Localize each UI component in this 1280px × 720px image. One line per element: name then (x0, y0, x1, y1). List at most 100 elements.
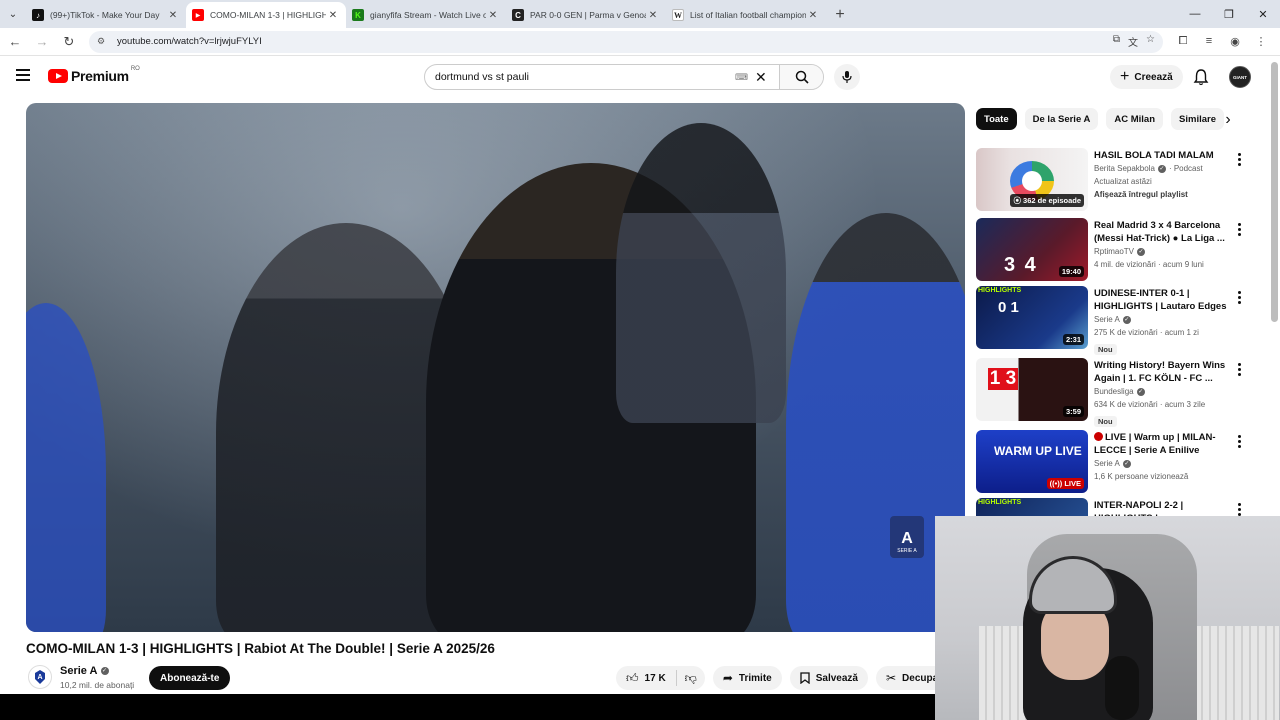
video-thumbnail[interactable]: 3 4 19:40 (976, 218, 1088, 281)
like-count: 17 K (644, 672, 666, 684)
back-arrow-icon[interactable]: ← (3, 30, 27, 54)
restore-icon[interactable]: ❐ (1212, 0, 1246, 28)
serie-a-logo-icon: A (35, 670, 45, 684)
site-info-icon[interactable]: ⚙ (97, 36, 111, 47)
view-full-playlist-link[interactable]: Afișează întregul playlist (1094, 188, 1234, 201)
more-actions-icon[interactable] (1235, 223, 1243, 236)
menu-kebab-icon[interactable]: ⋮ (1251, 35, 1271, 48)
browser-tabstrip: ⌄ ♪ (99+)TikTok - Make Your Day ✕ ▶ COMO… (0, 0, 1280, 28)
recommendation-stats: 4 mil. de vizionări · acum 9 luni (1094, 260, 1204, 269)
search-box: dortmund vs st pauli ⌨ ✕ (424, 64, 824, 90)
recommendation-stats: 275 K de vizionări · acum 1 zi (1094, 328, 1199, 337)
address-bar[interactable]: ⚙ youtube.com/watch?v=lrjwjuFYLYI ⧉ 文 ☆ (89, 30, 1163, 53)
browser-tab-tiktok[interactable]: ♪ (99+)TikTok - Make Your Day ✕ (26, 2, 186, 28)
dislike-button[interactable]: 👎︎ (677, 671, 705, 686)
more-actions-icon[interactable] (1235, 291, 1243, 304)
tab-title: COMO-MILAN 1-3 | HIGHLIGHTS (210, 10, 326, 20)
webcam-overlay (935, 516, 1280, 720)
extensions-icon[interactable]: ⧠ (1173, 35, 1193, 48)
youtube-premium-logo[interactable]: Premium RO (48, 66, 140, 84)
thumbnail-text: WARM UP LIVE (994, 444, 1082, 458)
translate-icon[interactable]: 文 (1128, 34, 1138, 49)
close-icon[interactable]: ✕ (486, 10, 500, 21)
recommendation-item[interactable]: 3 4 19:40 Real Madrid 3 x 4 Barcelona (M… (976, 218, 1266, 282)
webcam-microphone (1105, 656, 1139, 720)
channel-avatar[interactable]: A (28, 665, 52, 689)
video-thumbnail[interactable]: ⦿ 362 de episoade (976, 148, 1088, 211)
chip-ac-milan[interactable]: AC Milan (1106, 108, 1164, 130)
video-actions: 👍︎ 17 K 👎︎ ➦ Trimite Salvează ✂ Decupaj (616, 666, 951, 690)
save-button[interactable]: Salvează (789, 666, 868, 690)
url-text: youtube.com/watch?v=lrjwjuFYLYI (117, 36, 262, 47)
channel-name-text: Serie A (60, 665, 98, 677)
more-actions-icon[interactable] (1235, 435, 1243, 448)
recommendation-item[interactable]: ⦿ 362 de episoade HASIL BOLA TADI MALAM … (976, 148, 1266, 212)
recommendation-meta: Real Madrid 3 x 4 Barcelona (Messi Hat-T… (1094, 219, 1234, 271)
chevron-right-icon[interactable]: › (1220, 111, 1236, 129)
bookmark-star-icon[interactable]: ☆ (1146, 34, 1155, 49)
close-icon[interactable]: ✕ (646, 10, 660, 21)
video-thumbnail[interactable]: HIGHLIGHTS 0 1 2:31 (976, 286, 1088, 349)
voice-search-button[interactable] (834, 64, 860, 90)
close-window-icon[interactable]: ✕ (1246, 0, 1280, 28)
search-icon (795, 70, 809, 84)
more-actions-icon[interactable] (1235, 153, 1243, 166)
hamburger-menu-icon[interactable] (16, 69, 30, 81)
recommendation-item[interactable]: WARM UP LIVE ((•)) LIVE LIVE | Warm up |… (976, 430, 1266, 494)
duration-badge: 19:40 (1058, 266, 1084, 277)
browser-tab-kick[interactable]: K gianyfifa Stream - Watch Live on ✕ (346, 2, 506, 28)
forward-arrow-icon[interactable]: → (30, 30, 54, 54)
chip-similar[interactable]: Similare (1171, 108, 1224, 130)
reload-icon[interactable]: ↻ (57, 30, 81, 54)
subscribe-button[interactable]: Abonează-te (149, 666, 231, 690)
related-filter-chips: Toate De la Serie A AC Milan Similare (976, 108, 1224, 130)
taskbar-strip (0, 694, 935, 720)
create-button[interactable]: + Creează (1110, 65, 1183, 89)
browser-tab-parma-genoa[interactable]: C PAR 0-0 GEN | Parma v Genoa ✕ (506, 2, 666, 28)
episode-count-badge: ⦿ 362 de episoade (1010, 194, 1084, 207)
minimize-icon[interactable]: — (1178, 0, 1212, 28)
chip-from-serie-a[interactable]: De la Serie A (1024, 108, 1099, 130)
chip-all[interactable]: Toate (976, 108, 1017, 130)
more-actions-icon[interactable] (1235, 503, 1243, 516)
tab-search-icon[interactable]: ⌄ (0, 0, 26, 28)
share-button[interactable]: ➦ Trimite (712, 666, 782, 690)
verified-check-icon: ✓ (1137, 247, 1146, 256)
install-app-icon[interactable]: ⧉ (1113, 34, 1120, 49)
new-tab-button[interactable]: + (826, 2, 854, 28)
close-icon[interactable]: ✕ (166, 10, 180, 21)
video-player[interactable]: A SERIE A (26, 103, 965, 632)
channel-name[interactable]: Serie A ✓ (60, 665, 109, 677)
recommendation-meta: LIVE | Warm up | MILAN-LECCE | Serie A E… (1094, 431, 1234, 483)
thumbs-up-icon: 👍︎ (626, 670, 639, 685)
profile-icon[interactable]: ◉ (1225, 35, 1245, 48)
search-input[interactable]: dortmund vs st pauli ⌨ ✕ (425, 65, 779, 89)
recommendation-title: Real Madrid 3 x 4 Barcelona (Messi Hat-T… (1094, 220, 1225, 244)
duration-badge: 2:31 (1062, 334, 1084, 345)
browser-tab-youtube[interactable]: ▶ COMO-MILAN 1-3 | HIGHLIGHTS ✕ (186, 2, 346, 28)
page-scrollbar-thumb[interactable] (1271, 62, 1278, 322)
close-icon[interactable]: ✕ (326, 10, 340, 21)
live-dot-icon (1094, 432, 1103, 441)
browser-tab-wikipedia[interactable]: W List of Italian football champion ✕ (666, 2, 826, 28)
recommendation-title: HASIL BOLA TADI MALAM (1094, 150, 1214, 161)
logo-text: Premium (71, 68, 129, 84)
account-avatar[interactable]: GIANT (1229, 66, 1251, 88)
reading-list-icon[interactable]: ≡ (1199, 35, 1219, 48)
country-code: RO (130, 66, 140, 72)
keyboard-icon[interactable]: ⌨ (735, 72, 749, 83)
live-badge: ((•)) LIVE (1046, 478, 1084, 489)
close-icon[interactable]: ✕ (806, 10, 820, 21)
recommendation-item[interactable]: 1 3 3:59 Writing History! Bayern Wins Ag… (976, 358, 1266, 427)
podcast-icon: ⦿ (1013, 196, 1021, 205)
like-button[interactable]: 👍︎ 17 K (616, 670, 677, 686)
video-thumbnail[interactable]: WARM UP LIVE ((•)) LIVE (976, 430, 1088, 493)
clear-search-icon[interactable]: ✕ (755, 69, 771, 86)
share-arrow-icon: ➦ (722, 671, 733, 685)
notifications-bell-icon[interactable] (1192, 68, 1210, 86)
recommendation-item[interactable]: HIGHLIGHTS 0 1 2:31 UDINESE-INTER 0-1 | … (976, 286, 1266, 355)
share-label: Trimite (738, 672, 772, 684)
video-thumbnail[interactable]: 1 3 3:59 (976, 358, 1088, 421)
more-actions-icon[interactable] (1235, 363, 1243, 376)
search-button[interactable] (779, 65, 823, 89)
